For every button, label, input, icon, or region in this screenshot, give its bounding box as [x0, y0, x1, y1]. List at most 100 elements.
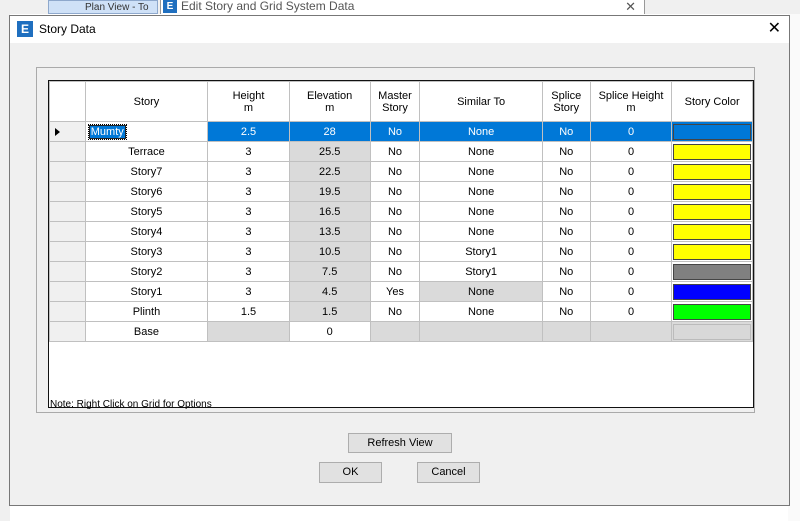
cell-story-color[interactable]	[671, 261, 753, 282]
row-header[interactable]	[49, 221, 86, 242]
cell-height[interactable]: 3	[207, 141, 290, 162]
cancel-button[interactable]: Cancel	[417, 462, 480, 483]
color-swatch[interactable]	[673, 163, 751, 180]
cell-story[interactable]: Terrace	[84, 141, 209, 162]
cell-story[interactable]: Story3	[84, 241, 209, 262]
column-header-story-color[interactable]: Story Color	[671, 81, 753, 122]
cell-height[interactable]: 3	[207, 181, 290, 202]
column-header-master-story[interactable]: Master Story	[369, 81, 421, 122]
cell-similar-to[interactable]: None	[419, 301, 543, 322]
cell-height[interactable]: 3	[207, 281, 290, 302]
cell-splice-story[interactable]: No	[541, 121, 591, 142]
cell-height[interactable]: 3	[207, 261, 290, 282]
row-header[interactable]	[49, 181, 86, 202]
cell-story[interactable]: Base	[84, 321, 209, 342]
story-name-edit-field[interactable]: Mumty	[87, 123, 127, 140]
cell-splice-height[interactable]: 0	[589, 141, 673, 162]
cell-splice-story[interactable]: No	[541, 181, 591, 202]
cell-similar-to[interactable]: None	[419, 161, 543, 182]
cell-story-color[interactable]	[671, 221, 753, 242]
table-row[interactable]: Story5 3 16.5 No None No 0	[49, 201, 753, 222]
table-row[interactable]: Base 0	[49, 321, 753, 342]
column-header-similar-to[interactable]: Similar To	[419, 81, 543, 122]
row-header[interactable]	[49, 241, 86, 262]
cell-splice-story[interactable]: No	[541, 241, 591, 262]
cell-splice-story[interactable]: No	[541, 161, 591, 182]
row-header[interactable]	[49, 321, 86, 342]
close-icon[interactable]: ✕	[768, 18, 781, 38]
cell-story-color[interactable]	[671, 161, 753, 182]
table-row[interactable]: Story7 3 22.5 No None No 0	[49, 161, 753, 182]
cell-splice-height[interactable]: 0	[589, 161, 673, 182]
cell-story[interactable]: Story6	[84, 181, 209, 202]
cell-story[interactable]: Story1	[84, 281, 209, 302]
cell-similar-to[interactable]: None	[419, 141, 543, 162]
story-data-grid[interactable]: Story Height m Elevation m Master Story …	[48, 80, 754, 408]
ok-button[interactable]: OK	[319, 462, 382, 483]
cell-splice-height[interactable]: 0	[589, 301, 673, 322]
cell-master-story[interactable]: No	[369, 261, 421, 282]
column-header-story[interactable]: Story	[84, 81, 209, 122]
cell-splice-story[interactable]: No	[541, 141, 591, 162]
cell-similar-to[interactable]: Story1	[419, 241, 543, 262]
row-header[interactable]	[49, 301, 86, 322]
refresh-view-button[interactable]: Refresh View	[348, 433, 452, 453]
column-header-elevation[interactable]: Elevation m	[288, 81, 371, 122]
background-tab-plan-view[interactable]: Plan View - To	[48, 0, 158, 14]
table-row[interactable]: Story2 3 7.5 No Story1 No 0	[49, 261, 753, 282]
column-header-splice-story[interactable]: Splice Story	[541, 81, 591, 122]
cell-story[interactable]: Plinth	[84, 301, 209, 322]
cell-splice-story[interactable]: No	[541, 261, 591, 282]
table-row[interactable]: Story3 3 10.5 No Story1 No 0	[49, 241, 753, 262]
cell-master-story[interactable]: No	[369, 221, 421, 242]
cell-height[interactable]: 2.5	[207, 121, 290, 142]
cell-similar-to[interactable]: None	[419, 221, 543, 242]
cell-master-story[interactable]: No	[369, 241, 421, 262]
cell-splice-height[interactable]: 0	[589, 261, 673, 282]
color-swatch[interactable]	[673, 203, 751, 220]
row-header[interactable]	[49, 281, 86, 302]
cell-elevation[interactable]: 0	[288, 321, 371, 342]
row-header[interactable]	[49, 201, 86, 222]
cell-similar-to[interactable]: Story1	[419, 261, 543, 282]
cell-splice-story[interactable]: No	[541, 201, 591, 222]
cell-height[interactable]: 3	[207, 161, 290, 182]
cell-story-color[interactable]	[671, 281, 753, 302]
column-header-height[interactable]: Height m	[207, 81, 290, 122]
cell-splice-story[interactable]: No	[541, 301, 591, 322]
cell-master-story[interactable]: No	[369, 141, 421, 162]
table-row[interactable]: Mumty 2.5 28 No None No 0	[49, 121, 753, 142]
row-header[interactable]	[49, 121, 86, 142]
row-header[interactable]	[49, 141, 86, 162]
column-header-splice-height[interactable]: Splice Height m	[589, 81, 673, 122]
cell-height[interactable]: 3	[207, 241, 290, 262]
cell-story[interactable]: Story4	[84, 221, 209, 242]
row-header[interactable]	[49, 261, 86, 282]
cell-story-color[interactable]	[671, 241, 753, 262]
cell-master-story[interactable]: No	[369, 121, 421, 142]
cell-splice-height[interactable]: 0	[589, 221, 673, 242]
color-swatch[interactable]	[673, 223, 751, 240]
cell-splice-height[interactable]: 0	[589, 281, 673, 302]
color-swatch[interactable]	[673, 143, 751, 160]
color-swatch[interactable]	[673, 123, 751, 140]
cell-height[interactable]: 3	[207, 201, 290, 222]
cell-master-story[interactable]: No	[369, 161, 421, 182]
cell-similar-to[interactable]: None	[419, 121, 543, 142]
cell-story-color[interactable]	[671, 141, 753, 162]
cell-splice-story[interactable]: No	[541, 221, 591, 242]
color-swatch[interactable]	[673, 303, 751, 320]
table-row[interactable]: Story1 3 4.5 Yes None No 0	[49, 281, 753, 302]
close-icon[interactable]: ✕	[625, 0, 636, 15]
cell-height[interactable]: 3	[207, 221, 290, 242]
cell-story[interactable]: Story2	[84, 261, 209, 282]
color-swatch[interactable]	[673, 283, 751, 300]
cell-master-story[interactable]: Yes	[369, 281, 421, 302]
cell-story-color[interactable]	[671, 121, 753, 142]
cell-splice-story[interactable]: No	[541, 281, 591, 302]
row-header[interactable]	[49, 161, 86, 182]
color-swatch[interactable]	[673, 183, 751, 200]
cell-height[interactable]: 1.5	[207, 301, 290, 322]
table-row[interactable]: Plinth 1.5 1.5 No None No 0	[49, 301, 753, 322]
cell-master-story[interactable]: No	[369, 201, 421, 222]
